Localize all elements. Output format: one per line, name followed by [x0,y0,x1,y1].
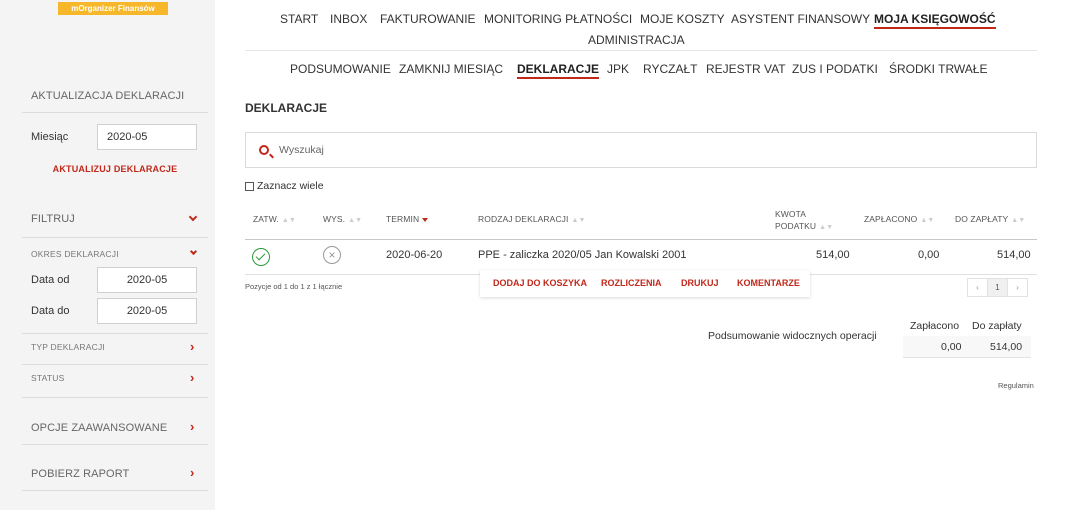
summary-label: Podsumowanie widocznych operacji [708,330,877,342]
nav-inbox[interactable]: INBOX [330,12,367,26]
prev-page-button[interactable]: ‹ [967,278,988,297]
tab-lump-sum[interactable]: RYCZAŁT [643,62,697,76]
app-logo[interactable]: mOrganizer Finansów [58,2,168,15]
x-circle-icon: × [323,246,341,264]
comments-button[interactable]: KOMENTARZE [737,278,800,288]
summary-to-pay-header: Do zapłaty [972,320,1022,332]
date-to-label: Data do [31,305,70,317]
declaration-type-filter[interactable]: TYP DEKLARACJI [31,342,105,352]
nav-financial-assistant[interactable]: ASYSTENT FINANSOWY [731,12,870,26]
col-tax[interactable]: KWOTA PODATKU ▲▼ [775,208,833,234]
cell-tax: 514,00 [816,249,850,261]
nav-administration[interactable]: ADMINISTRACJA [588,33,685,47]
nav-my-costs[interactable]: MOJE KOSZTY [640,12,725,26]
col-sent[interactable]: WYS. ▲▼ [323,214,362,224]
pagination: ‹ 1 › [967,278,1028,297]
divider [22,112,208,113]
col-type[interactable]: RODZAJ DEKLARACJI ▲▼ [478,214,586,224]
nav-start[interactable]: START [280,12,318,26]
month-label: Miesiąc [31,131,69,143]
tab-declarations[interactable]: DEKLARACJE [517,62,600,79]
search-icon [259,145,269,155]
row-actions-menu: DODAJ DO KOSZYKA ROZLICZENIA DRUKUJ KOME… [480,270,810,297]
top-navigation: START INBOX FAKTUROWANIE MONITORING PŁAT… [245,0,1037,51]
tab-vat-register[interactable]: REJESTR VAT [706,62,786,76]
chevron-down-icon[interactable] [189,247,198,256]
col-due[interactable]: TERMIN [386,214,429,224]
summary-paid-value: 0,00 [941,341,962,353]
tab-jpk[interactable]: JPK [607,62,629,76]
sidebar: mOrganizer Finansów AKTUALIZACJA DEKLARA… [0,0,215,510]
tab-summary[interactable]: PODSUMOWANIE [290,62,391,76]
divider [22,333,208,334]
update-declarations-title: AKTUALIZACJA DEKLARACJI [31,90,185,102]
tab-zus-taxes[interactable]: ZUS I PODATKI [792,62,878,76]
chevron-down-icon[interactable] [188,212,198,222]
col-paid[interactable]: ZAPŁACONO ▲▼ [864,214,934,224]
cell-due: 2020-06-20 [386,249,443,261]
search-box[interactable]: Wyszukaj [245,132,1037,168]
summary-to-pay-value: 514,00 [990,341,1023,353]
print-button[interactable]: DRUKUJ [681,278,719,288]
select-many[interactable]: Zaznacz wiele [245,180,324,192]
cell-to-pay: 514,00 [997,249,1031,261]
nav-invoicing[interactable]: FAKTUROWANIE [380,12,476,26]
page-title: DEKLARACJE [245,101,328,115]
divider [22,444,208,445]
date-from-label: Data od [31,274,70,286]
col-to-pay[interactable]: DO ZAPŁATY ▲▼ [955,214,1025,224]
nav-payment-monitoring[interactable]: MONITORING PŁATNOŚCI [484,12,632,26]
advanced-options[interactable]: OPCJE ZAAWANSOWANE [31,422,167,434]
tab-close-month[interactable]: ZAMKNIJ MIESIĄC [399,62,503,76]
cell-type: PPE - zaliczka 2020/05 Jan Kowalski 2001 [478,249,687,261]
download-report[interactable]: POBIERZ RAPORT [31,468,129,480]
terms-link[interactable]: Regulamin [998,381,1034,390]
nav-my-accounting[interactable]: MOJA KSIĘGOWOŚĆ [874,12,996,29]
divider [22,237,208,238]
chevron-right-icon[interactable] [190,468,194,480]
col-approved[interactable]: ZATW. ▲▼ [253,214,296,224]
chevron-right-icon[interactable] [190,342,194,354]
divider [22,490,208,491]
tab-fixed-assets[interactable]: ŚRODKI TRWAŁE [889,62,987,76]
date-to-input[interactable]: 2020-05 [97,298,197,324]
select-many-checkbox[interactable] [245,181,254,191]
date-from-input[interactable]: 2020-05 [97,267,197,293]
filter-title[interactable]: FILTRUJ [31,213,75,225]
divider [22,397,208,398]
check-circle-icon [252,248,270,266]
table-header-divider [245,239,1037,240]
cell-paid: 0,00 [918,249,940,261]
status-filter[interactable]: STATUS [31,373,64,383]
select-many-label: Zaznacz wiele [257,180,324,192]
chevron-right-icon[interactable] [190,373,194,385]
update-declarations-link[interactable]: AKTUALIZUJ DEKLARACJE [22,164,208,174]
divider [22,364,208,365]
chevron-right-icon[interactable] [190,422,194,434]
summary-paid-header: Zapłacono [910,320,960,332]
search-input[interactable]: Wyszukaj [279,144,324,156]
settlements-button[interactable]: ROZLICZENIA [601,278,662,288]
pager-info: Pozycje od 1 do 1 z 1 łącznie [245,282,343,291]
page-1-button[interactable]: 1 [987,278,1008,297]
add-to-cart-button[interactable]: DODAJ DO KOSZYKA [493,278,587,288]
month-input[interactable]: 2020-05 [97,124,197,150]
next-page-button[interactable]: › [1007,278,1028,297]
declaration-period-title[interactable]: OKRES DEKLARACJI [31,249,119,259]
